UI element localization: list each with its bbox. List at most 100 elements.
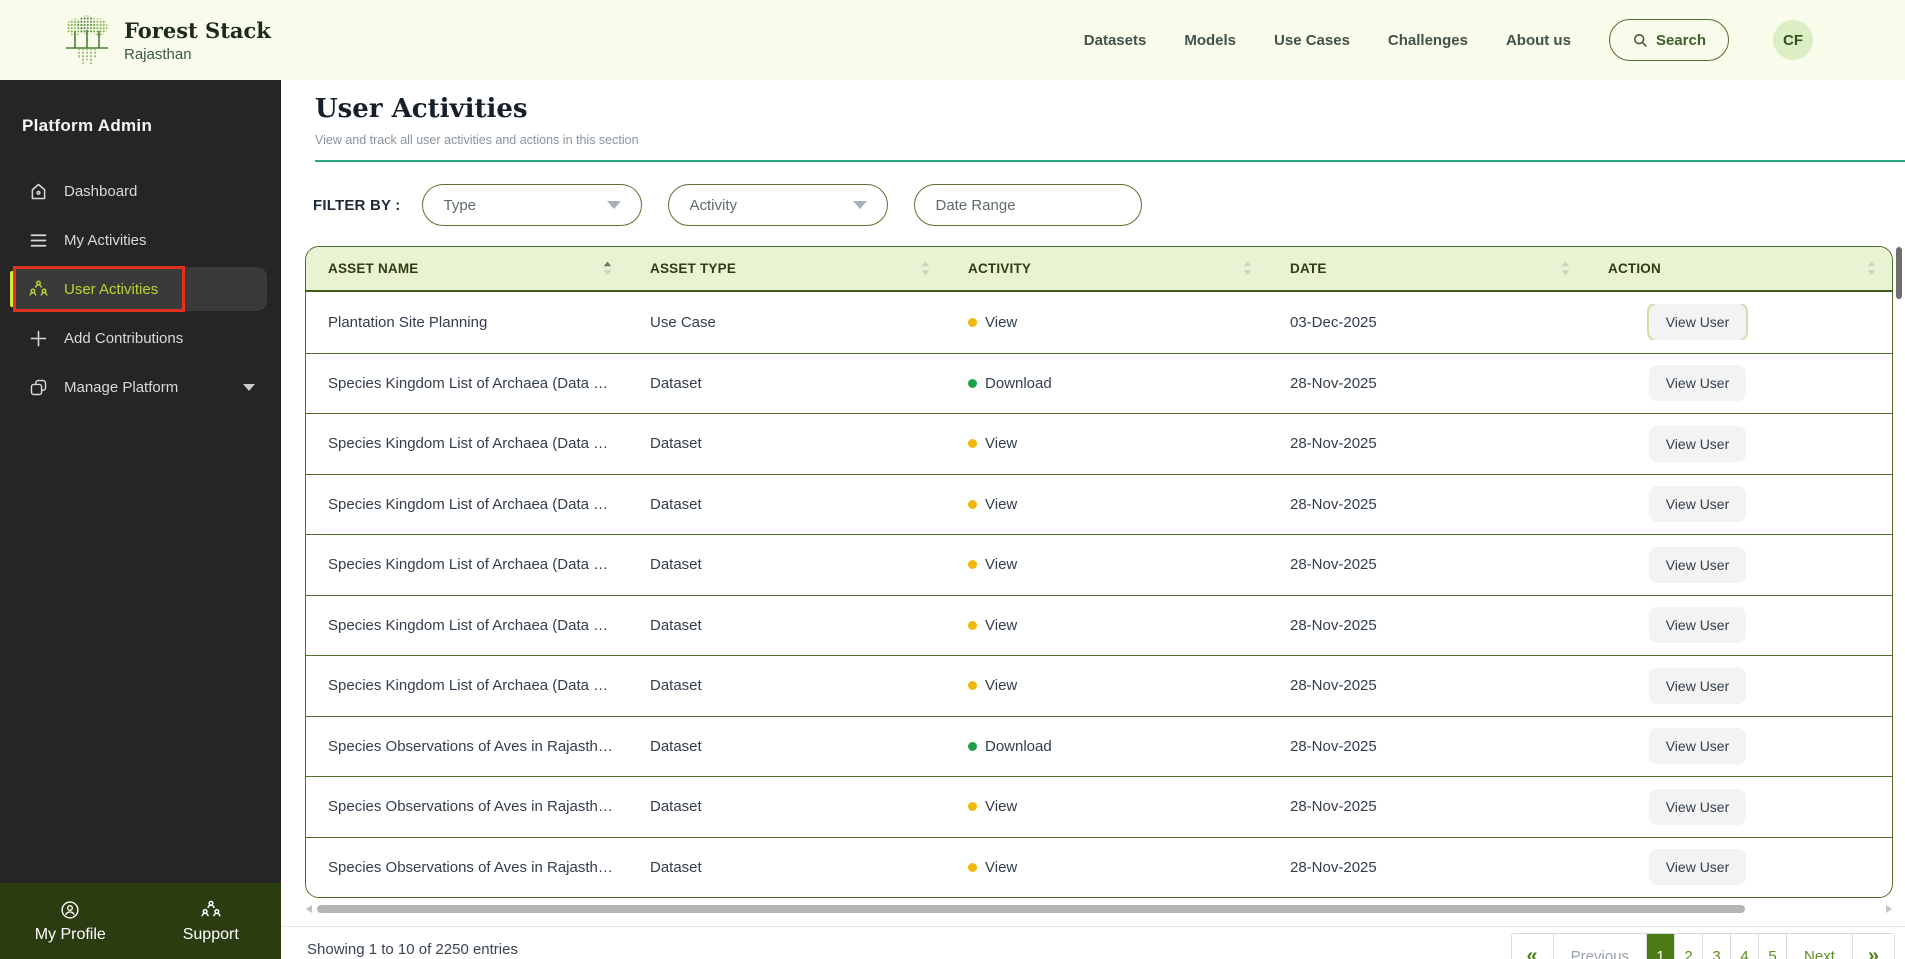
view-user-button[interactable]: View User (1649, 607, 1746, 644)
cell-activity: View (946, 859, 1268, 876)
filter-by-label: FILTER BY : (313, 196, 401, 214)
view-user-button[interactable]: View User (1649, 304, 1746, 341)
activity-label: View (985, 495, 1018, 513)
sidebar-item-dashboard[interactable]: Dashboard (0, 169, 281, 213)
pagination-page-4[interactable]: 4 (1731, 934, 1760, 959)
cell-asset-type: Dataset (650, 495, 702, 513)
pagination-previous-button[interactable]: Previous (1553, 934, 1648, 959)
cell-asset-name: Species Observations of Aves in Rajasth… (328, 858, 613, 876)
cell-asset-name: Species Observations of Aves in Rajasth… (328, 798, 613, 816)
cell-date: 28-Nov-2025 (1290, 495, 1377, 513)
cell-date: 28-Nov-2025 (1290, 435, 1377, 453)
cell-activity: View (946, 798, 1268, 815)
activity-label: Download (985, 374, 1052, 392)
sidebar-item-my-profile[interactable]: My Profile (0, 883, 141, 959)
nav-models[interactable]: Models (1184, 32, 1236, 49)
cell-date: 28-Nov-2025 (1290, 858, 1377, 876)
sidebar-item-support[interactable]: Support (141, 883, 282, 959)
pagination-page-1[interactable]: 1 (1647, 934, 1676, 959)
activity-label: View (985, 616, 1018, 634)
table-row: Species Observations of Aves in Rajasth…… (306, 836, 1892, 897)
scroll-left-arrow-icon[interactable] (306, 905, 312, 913)
sidebar-item-label: User Activities (64, 280, 159, 298)
activity-label: View (985, 435, 1018, 453)
sidebar-item-user-activities[interactable]: User Activities (10, 267, 267, 311)
sidebar-item-label: Dashboard (64, 182, 138, 200)
footer-item-label: My Profile (34, 925, 106, 943)
stack-icon (30, 379, 47, 395)
cell-activity: Download (946, 738, 1268, 755)
nav-challenges[interactable]: Challenges (1388, 32, 1468, 49)
column-header-asset-name[interactable]: ASSET NAME (306, 247, 628, 290)
activity-label: View (985, 798, 1018, 816)
brand[interactable]: Forest Stack Rajasthan (64, 14, 271, 66)
table-row: Species Observations of Aves in Rajasth…… (306, 776, 1892, 837)
table-header: ASSET NAME ASSET TYPE ACTIVITY DATE ACTI… (306, 247, 1892, 292)
view-user-button[interactable]: View User (1649, 546, 1746, 583)
activity-label: View (985, 556, 1018, 574)
cell-date: 28-Nov-2025 (1290, 556, 1377, 574)
cell-activity: View (946, 677, 1268, 694)
view-user-button[interactable]: View User (1649, 788, 1746, 825)
activity-dot (968, 741, 977, 751)
sidebar-footer: My Profile Support (0, 883, 281, 959)
chevron-down-icon (243, 383, 255, 391)
nav-about-us[interactable]: About us (1506, 32, 1571, 49)
pagination-page-2[interactable]: 2 (1675, 934, 1704, 959)
activity-label: View (985, 858, 1018, 876)
filter-date-range-input[interactable]: Date Range (914, 184, 1143, 226)
sidebar-item-my-activities[interactable]: My Activities (0, 218, 281, 262)
cell-action: View User (1586, 728, 1892, 765)
profile-icon (61, 900, 79, 919)
cell-asset-type: Use Case (650, 313, 716, 331)
cell-asset-type: Dataset (650, 556, 702, 574)
forest-stack-logo (66, 15, 108, 64)
filter-type-dropdown[interactable]: Type (422, 184, 643, 226)
view-user-button[interactable]: View User (1649, 728, 1746, 765)
cell-date: 28-Nov-2025 (1290, 616, 1377, 634)
horizontal-scrollbar-thumb[interactable] (317, 905, 1745, 913)
pagination-next-button[interactable]: Next (1787, 934, 1853, 959)
pagination-page-3[interactable]: 3 (1703, 934, 1732, 959)
column-header-asset-type[interactable]: ASSET TYPE (628, 247, 946, 290)
pagination-last-button[interactable]: » (1852, 934, 1894, 959)
view-user-button[interactable]: View User (1649, 486, 1746, 523)
activity-label: Download (985, 737, 1052, 755)
view-user-button[interactable]: View User (1649, 425, 1746, 462)
activity-dot (968, 499, 977, 509)
view-user-button[interactable]: View User (1649, 365, 1746, 402)
table-row: Plantation Site Planning Use Case View 0… (306, 292, 1892, 353)
view-user-button[interactable]: View User (1649, 849, 1746, 886)
filter-activity-label: Activity (689, 196, 737, 214)
avatar[interactable]: CF (1773, 20, 1813, 60)
search-button[interactable]: Search (1608, 19, 1729, 61)
main-content: User Activities View and track all user … (281, 80, 1905, 959)
brand-title: Forest Stack (124, 17, 271, 43)
activity-dot (968, 681, 977, 691)
table-row: Species Kingdom List of Archaea (Data … … (306, 655, 1892, 716)
cell-action: View User (1586, 425, 1892, 462)
table-row: Species Observations of Aves in Rajasth…… (306, 715, 1892, 776)
table-row: Species Kingdom List of Archaea (Data … … (306, 594, 1892, 655)
pagination-page-5[interactable]: 5 (1759, 934, 1788, 959)
scroll-right-arrow-icon[interactable] (1886, 905, 1892, 913)
page-subtitle: View and track all user activities and a… (315, 133, 639, 147)
table-row: Species Kingdom List of Archaea (Data … … (306, 534, 1892, 595)
cell-asset-type: Dataset (650, 374, 702, 392)
view-user-button[interactable]: View User (1649, 667, 1746, 704)
column-header-activity[interactable]: ACTIVITY (946, 247, 1268, 290)
filter-activity-dropdown[interactable]: Activity (668, 184, 889, 226)
search-icon (1633, 34, 1647, 47)
group-icon (29, 280, 48, 296)
nav-datasets[interactable]: Datasets (1084, 32, 1147, 49)
column-header-action[interactable]: ACTION (1586, 247, 1892, 290)
sidebar-item-label: Add Contributions (64, 329, 184, 347)
sidebar-item-manage-platform[interactable]: Manage Platform (0, 365, 281, 409)
column-header-date[interactable]: DATE (1268, 247, 1586, 290)
cell-date: 28-Nov-2025 (1290, 374, 1377, 392)
pagination-first-button[interactable]: « (1511, 934, 1554, 959)
nav-use-cases[interactable]: Use Cases (1274, 32, 1350, 49)
sort-icon (921, 261, 930, 275)
vertical-scrollbar-thumb[interactable] (1896, 247, 1902, 299)
sidebar-item-add-contributions[interactable]: Add Contributions (0, 316, 281, 360)
